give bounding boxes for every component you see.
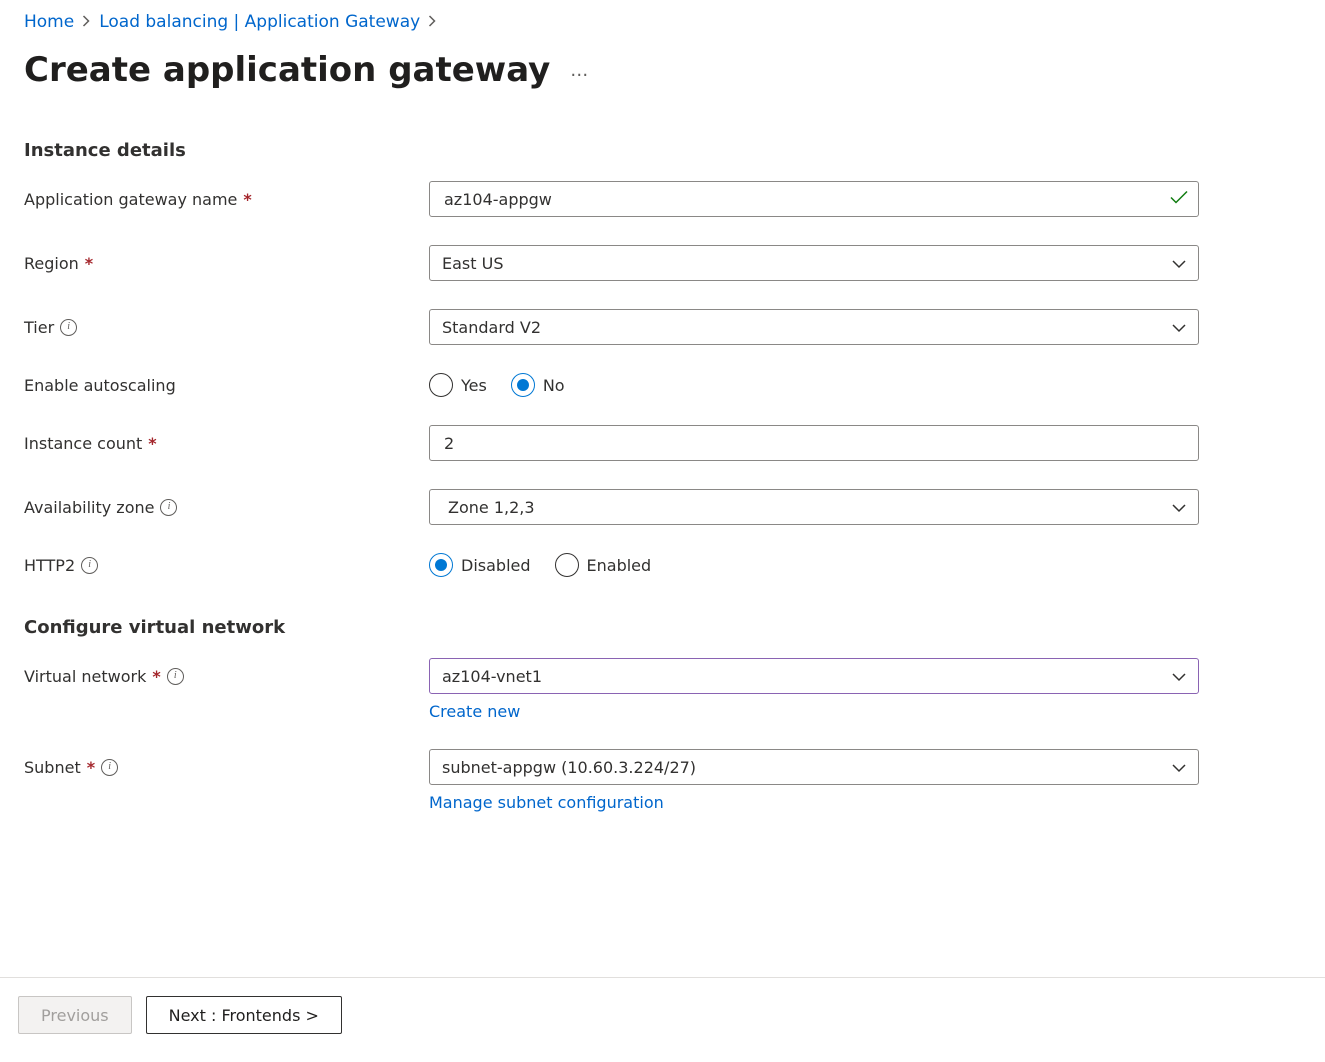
section-title-vnet: Configure virtual network	[24, 617, 1253, 638]
check-icon	[1170, 190, 1188, 209]
virtual-network-value: az104-vnet1	[442, 667, 542, 686]
http2-enabled-radio[interactable]: Enabled	[555, 553, 652, 577]
instance-count-label: Instance count	[24, 434, 142, 453]
info-icon[interactable]: i	[167, 668, 184, 685]
radio-checked-icon	[429, 553, 453, 577]
radio-icon	[429, 373, 453, 397]
region-label: Region	[24, 254, 79, 273]
required-asterisk: *	[85, 254, 93, 273]
page-title: Create application gateway	[24, 50, 550, 90]
virtual-network-select[interactable]: az104-vnet1	[429, 658, 1199, 694]
info-icon[interactable]: i	[60, 319, 77, 336]
instance-count-field[interactable]	[442, 433, 1186, 454]
section-title-instance-details: Instance details	[24, 140, 1253, 161]
breadcrumb-home[interactable]: Home	[24, 12, 74, 32]
http2-disabled-label: Disabled	[461, 556, 531, 575]
required-asterisk: *	[152, 667, 160, 686]
subnet-value: subnet-appgw (10.60.3.224/27)	[442, 758, 696, 777]
radio-icon	[555, 553, 579, 577]
info-icon[interactable]: i	[101, 759, 118, 776]
instance-count-input[interactable]	[429, 425, 1199, 461]
configure-vnet-section: Configure virtual network Virtual networ…	[24, 617, 1253, 812]
required-asterisk: *	[243, 190, 251, 209]
autoscaling-label: Enable autoscaling	[24, 376, 176, 395]
chevron-down-icon	[1172, 758, 1186, 777]
chevron-right-icon	[428, 13, 437, 31]
chevron-down-icon	[1172, 667, 1186, 686]
create-new-vnet-link[interactable]: Create new	[429, 702, 520, 721]
chevron-down-icon	[1172, 498, 1186, 517]
autoscaling-no-radio[interactable]: No	[511, 373, 565, 397]
tier-select[interactable]: Standard V2	[429, 309, 1199, 345]
subnet-label: Subnet	[24, 758, 81, 777]
http2-enabled-label: Enabled	[587, 556, 652, 575]
availability-zone-select[interactable]: Zone 1,2,3	[429, 489, 1199, 525]
tier-label: Tier	[24, 318, 54, 337]
chevron-right-icon	[82, 13, 91, 31]
more-icon[interactable]: …	[570, 60, 590, 81]
footer-bar: Previous Next : Frontends >	[0, 977, 1325, 1062]
http2-disabled-radio[interactable]: Disabled	[429, 553, 531, 577]
instance-details-section: Instance details Application gateway nam…	[24, 140, 1253, 577]
region-select[interactable]: East US	[429, 245, 1199, 281]
autoscaling-no-label: No	[543, 376, 565, 395]
required-asterisk: *	[87, 758, 95, 777]
availability-zone-value: Zone 1,2,3	[442, 498, 535, 517]
tier-value: Standard V2	[442, 318, 541, 337]
info-icon[interactable]: i	[81, 557, 98, 574]
subnet-select[interactable]: subnet-appgw (10.60.3.224/27)	[429, 749, 1199, 785]
manage-subnet-link[interactable]: Manage subnet configuration	[429, 793, 664, 812]
previous-button: Previous	[18, 996, 132, 1034]
gateway-name-input[interactable]	[429, 181, 1199, 217]
radio-checked-icon	[511, 373, 535, 397]
breadcrumb: Home Load balancing | Application Gatewa…	[24, 10, 1253, 32]
gateway-name-label: Application gateway name	[24, 190, 237, 209]
autoscaling-yes-label: Yes	[461, 376, 487, 395]
info-icon[interactable]: i	[160, 499, 177, 516]
chevron-down-icon	[1172, 318, 1186, 337]
autoscaling-yes-radio[interactable]: Yes	[429, 373, 487, 397]
region-value: East US	[442, 254, 503, 273]
required-asterisk: *	[148, 434, 156, 453]
gateway-name-field[interactable]	[442, 189, 1186, 210]
chevron-down-icon	[1172, 254, 1186, 273]
availability-zone-label: Availability zone	[24, 498, 154, 517]
next-button[interactable]: Next : Frontends >	[146, 996, 342, 1034]
http2-label: HTTP2	[24, 556, 75, 575]
breadcrumb-load-balancing[interactable]: Load balancing | Application Gateway	[99, 12, 420, 32]
virtual-network-label: Virtual network	[24, 667, 146, 686]
